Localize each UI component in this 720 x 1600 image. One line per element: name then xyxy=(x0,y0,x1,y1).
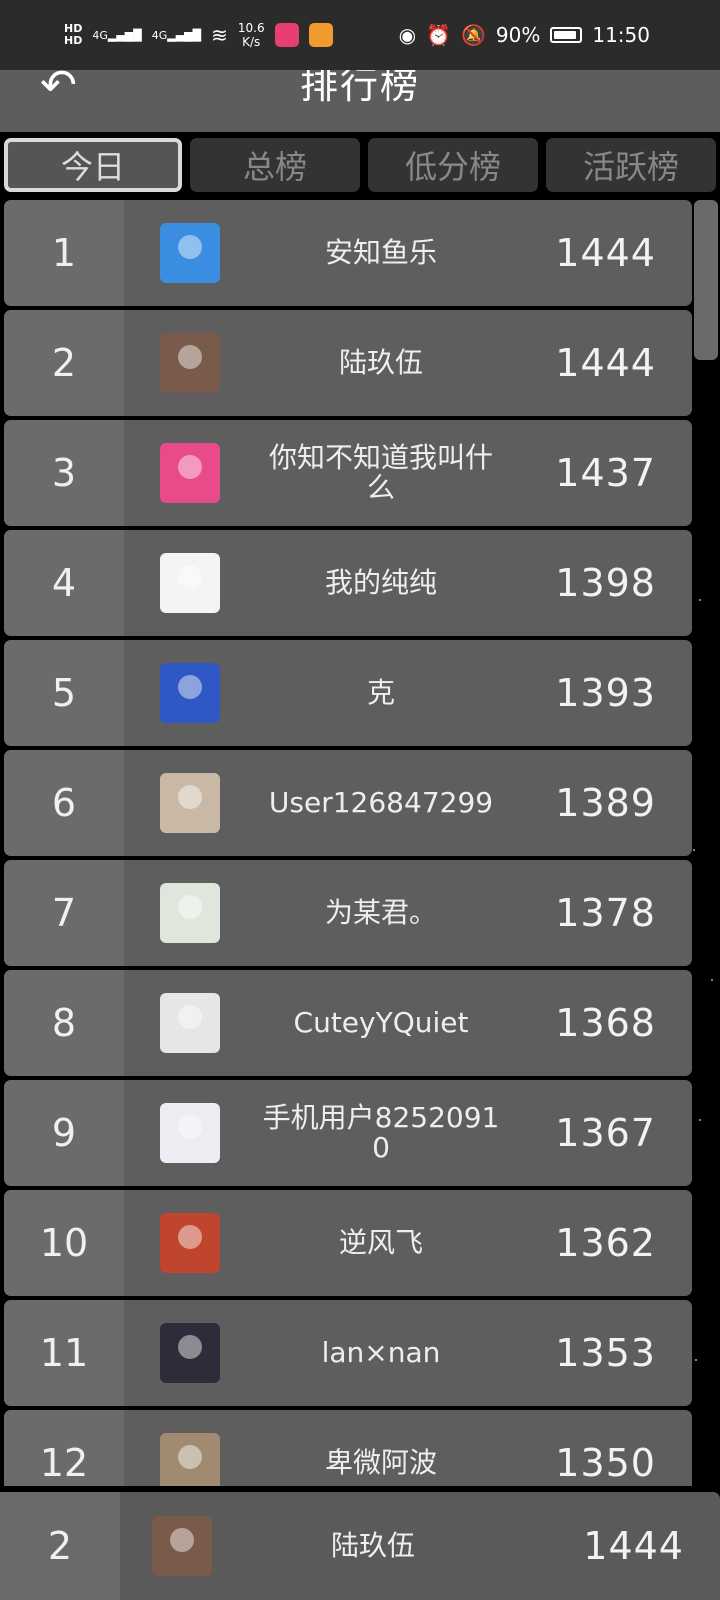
hd-indicators: HD HD xyxy=(64,23,82,47)
network-type-2: 4G xyxy=(151,28,168,42)
header-bar: ↶ 排行榜 xyxy=(0,63,720,132)
my-score: 1444 xyxy=(583,1524,684,1568)
notification-app-icon xyxy=(308,23,333,47)
status-right: ◉ ⏰ 🔕 90% 11:50 xyxy=(399,23,650,47)
user-name: 陆玖伍 xyxy=(338,346,423,379)
user-avatar[interactable] xyxy=(160,1433,220,1486)
rank-number: 11 xyxy=(4,1300,124,1406)
tab-2[interactable]: 低分榜 xyxy=(368,138,538,192)
user-name: 克 xyxy=(366,676,395,709)
leaderboard-row[interactable]: 5 克 1393 xyxy=(4,640,692,746)
rank-number: 10 xyxy=(4,1190,124,1296)
leaderboard-row[interactable]: 1 安知鱼乐 1444 xyxy=(4,200,692,306)
user-score: 1393 xyxy=(555,671,656,715)
user-score: 1444 xyxy=(555,231,656,275)
battery-percent: 90% xyxy=(495,23,541,47)
rank-number: 8 xyxy=(4,970,124,1076)
eye-icon: ◉ xyxy=(398,23,417,47)
user-score: 1398 xyxy=(555,561,656,605)
tab-1[interactable]: 总榜 xyxy=(190,138,360,192)
user-name: 卑微阿波 xyxy=(324,1446,437,1479)
leaderboard-row[interactable]: 4 我的纯纯 1398 xyxy=(4,530,692,636)
user-name: User126847299 xyxy=(268,786,494,819)
user-avatar[interactable] xyxy=(160,1103,220,1163)
alarm-icon: ⏰ xyxy=(426,23,451,47)
user-score: 1378 xyxy=(555,891,656,935)
leaderboard-row[interactable]: 8 CuteyYQuiet 1368 xyxy=(4,970,692,1076)
rank-number: 4 xyxy=(4,530,124,636)
leaderboard-row[interactable]: 11 lan×nan 1353 xyxy=(4,1300,692,1406)
clock: 11:50 xyxy=(592,23,650,47)
tab-bar: 今日 总榜 低分榜 活跃榜 xyxy=(4,138,716,194)
hd2-indicator: HD xyxy=(64,34,83,47)
leaderboard-row[interactable]: 12 卑微阿波 1350 xyxy=(4,1410,692,1486)
leaderboard-list[interactable]: 1 安知鱼乐 1444 2 陆玖伍 1444 3 你知不知道我叫什么 1437 4 我的纯纯 1398… xyxy=(4,200,692,1486)
user-name: 你知不知道我叫什么 xyxy=(268,441,493,504)
user-avatar[interactable] xyxy=(160,443,220,503)
wifi-icon: ≋ xyxy=(211,23,228,47)
status-left: HD HD 4G▂▄▆█ 4G▂▄▆█ ≋ 10.6 K/s xyxy=(64,21,333,49)
user-score: 1353 xyxy=(555,1331,656,1375)
user-name: CuteyYQuiet xyxy=(293,1006,469,1039)
user-score: 1437 xyxy=(555,451,656,495)
user-avatar[interactable] xyxy=(160,223,220,283)
network-type-1: 4G xyxy=(92,28,108,42)
user-avatar[interactable] xyxy=(160,883,220,943)
rank-number: 6 xyxy=(4,750,124,856)
leaderboard-row[interactable]: 7 为某君。 1378 xyxy=(4,860,692,966)
leaderboard-row[interactable]: 2 陆玖伍 1444 xyxy=(4,310,692,416)
user-avatar[interactable] xyxy=(160,1323,220,1383)
signal-icon: 4G▂▄▆█ xyxy=(92,28,142,42)
speed-unit: K/s xyxy=(242,35,261,49)
user-score: 1367 xyxy=(555,1111,656,1155)
user-score: 1444 xyxy=(555,341,656,385)
user-avatar[interactable] xyxy=(160,333,220,393)
user-name: 为某君。 xyxy=(324,896,437,929)
user-name: 手机用户82520910 xyxy=(262,1101,500,1164)
rank-number: 9 xyxy=(4,1080,124,1186)
my-name: 陆玖伍 xyxy=(330,1529,415,1562)
rank-number: 7 xyxy=(4,860,124,966)
rank-number: 3 xyxy=(4,420,124,526)
tab-3[interactable]: 活跃榜 xyxy=(546,138,716,192)
leaderboard-row[interactable]: 10 逆风飞 1362 xyxy=(4,1190,692,1296)
leaderboard-row[interactable]: 9 手机用户82520910 1367 xyxy=(4,1080,692,1186)
my-avatar xyxy=(152,1516,212,1576)
my-rank: 2 xyxy=(0,1492,120,1600)
user-score: 1362 xyxy=(555,1221,656,1265)
speed-value: 10.6 xyxy=(237,21,265,35)
user-avatar[interactable] xyxy=(160,663,220,723)
page-title: 排行榜 xyxy=(299,63,420,107)
signal-icon-2: 4G▂▄▆█ xyxy=(151,28,202,42)
leaderboard-row[interactable]: 6 User126847299 1389 xyxy=(4,750,692,856)
status-bar: HD HD 4G▂▄▆█ 4G▂▄▆█ ≋ 10.6 K/s ◉ ⏰ 🔕 90%… xyxy=(0,0,720,70)
rank-number: 12 xyxy=(4,1410,124,1486)
battery-icon xyxy=(550,27,583,43)
mute-icon: 🔕 xyxy=(461,23,486,47)
user-score: 1350 xyxy=(555,1441,656,1485)
user-score: 1389 xyxy=(555,781,656,825)
my-rank-entry: 2 陆玖伍 1444 xyxy=(0,1492,720,1600)
leaderboard-row[interactable]: 3 你知不知道我叫什么 1437 xyxy=(4,420,692,526)
user-name: lan×nan xyxy=(321,1336,441,1369)
user-name: 我的纯纯 xyxy=(324,566,437,599)
rank-number: 5 xyxy=(4,640,124,746)
network-speed: 10.6 K/s xyxy=(238,21,265,49)
user-name: 安知鱼乐 xyxy=(324,236,437,269)
user-score: 1368 xyxy=(555,1001,656,1045)
tab-0[interactable]: 今日 xyxy=(4,138,182,192)
rank-number: 2 xyxy=(4,310,124,416)
user-name: 逆风飞 xyxy=(338,1226,423,1259)
user-avatar[interactable] xyxy=(160,993,220,1053)
rank-number: 1 xyxy=(4,200,124,306)
user-avatar[interactable] xyxy=(160,773,220,833)
scrollbar[interactable] xyxy=(694,200,718,360)
user-avatar[interactable] xyxy=(160,1213,220,1273)
user-avatar[interactable] xyxy=(160,553,220,613)
bilibili-app-icon xyxy=(274,23,299,47)
